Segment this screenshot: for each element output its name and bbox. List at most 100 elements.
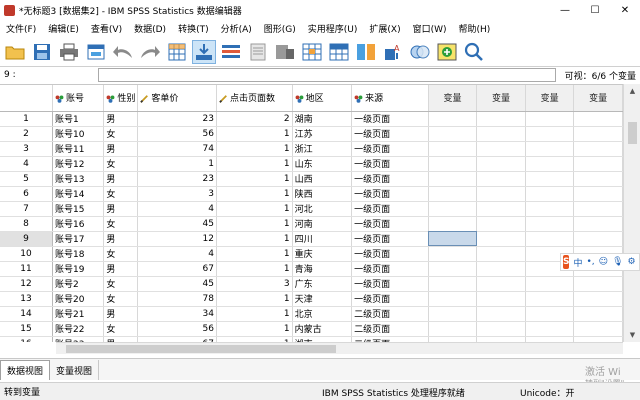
empty-cell[interactable] xyxy=(573,231,623,247)
empty-cell[interactable] xyxy=(476,246,526,262)
goto-case-button[interactable] xyxy=(166,41,188,63)
maximize-button[interactable]: ☐ xyxy=(580,0,610,20)
data-cell[interactable]: 1 xyxy=(216,246,293,262)
data-cell[interactable]: 二级页面 xyxy=(351,306,429,322)
row-number[interactable]: 9 xyxy=(0,231,53,247)
empty-cell[interactable] xyxy=(428,276,478,292)
dialog-recall-button[interactable] xyxy=(85,41,107,63)
data-cell[interactable]: 一级页面 xyxy=(351,201,429,217)
data-cell[interactable]: 23 xyxy=(137,111,217,127)
empty-cell[interactable] xyxy=(525,216,575,232)
data-cell[interactable]: 账号12 xyxy=(52,156,105,172)
data-cell[interactable]: 浙江 xyxy=(292,141,353,157)
data-cell[interactable]: 账号19 xyxy=(52,261,105,277)
data-cell[interactable]: 12 xyxy=(137,231,217,247)
scroll-down-arrow-icon[interactable]: ▼ xyxy=(624,328,640,342)
data-cell[interactable]: 34 xyxy=(137,306,217,322)
data-cell[interactable]: 一级页面 xyxy=(351,276,429,292)
data-cell[interactable]: 1 xyxy=(216,186,293,202)
split-file-button[interactable] xyxy=(355,41,377,63)
data-cell[interactable]: 广东 xyxy=(292,276,353,292)
empty-cell[interactable] xyxy=(476,171,526,187)
empty-cell[interactable] xyxy=(476,216,526,232)
empty-cell[interactable] xyxy=(476,291,526,307)
empty-cell[interactable] xyxy=(573,306,623,322)
data-cell[interactable]: 女 xyxy=(103,276,139,292)
horizontal-scrollbar[interactable] xyxy=(56,342,623,354)
empty-cell[interactable] xyxy=(573,186,623,202)
tab-variable-view[interactable]: 变量视图 xyxy=(50,360,100,380)
data-cell[interactable]: 男 xyxy=(103,111,139,127)
data-cell[interactable]: 1 xyxy=(216,321,293,337)
empty-cell[interactable] xyxy=(573,126,623,142)
data-cell[interactable]: 账号20 xyxy=(52,291,105,307)
empty-cell[interactable] xyxy=(525,186,575,202)
empty-cell[interactable] xyxy=(573,276,623,292)
data-cell[interactable]: 一级页面 xyxy=(351,186,429,202)
ime-mic-icon[interactable]: 🎙 xyxy=(612,257,623,267)
data-cell[interactable]: 陕西 xyxy=(292,186,353,202)
column-header-3[interactable]: 点击页面数 xyxy=(216,85,293,112)
empty-cell[interactable] xyxy=(476,231,526,247)
data-cell[interactable]: 账号15 xyxy=(52,201,105,217)
data-cell[interactable]: 账号10 xyxy=(52,126,105,142)
data-cell[interactable]: 1 xyxy=(137,156,217,172)
empty-cell[interactable] xyxy=(525,111,575,127)
data-cell[interactable]: 2 xyxy=(216,111,293,127)
data-cell[interactable]: 4 xyxy=(137,246,217,262)
close-button[interactable]: ✕ xyxy=(610,0,640,20)
column-header-2[interactable]: 客单价 xyxy=(137,85,217,112)
column-header-6[interactable]: 变量 xyxy=(428,85,478,112)
row-number[interactable]: 14 xyxy=(0,306,53,322)
column-header-9[interactable]: 变量 xyxy=(573,85,623,112)
empty-cell[interactable] xyxy=(573,216,623,232)
empty-cell[interactable] xyxy=(476,306,526,322)
data-cell[interactable]: 男 xyxy=(103,201,139,217)
row-number[interactable]: 13 xyxy=(0,291,53,307)
column-header-7[interactable]: 变量 xyxy=(476,85,526,112)
data-cell[interactable]: 重庆 xyxy=(292,246,353,262)
tab-data-view[interactable]: 数据视图 xyxy=(0,360,51,380)
empty-cell[interactable] xyxy=(573,321,623,337)
menu-extensions[interactable]: 扩展(X) xyxy=(363,22,406,35)
data-cell[interactable]: 账号2 xyxy=(52,276,105,292)
data-cell[interactable]: 山西 xyxy=(292,171,353,187)
column-header-0[interactable]: 账号 xyxy=(52,85,105,112)
row-number[interactable]: 15 xyxy=(0,321,53,337)
empty-cell[interactable] xyxy=(525,171,575,187)
row-number[interactable]: 6 xyxy=(0,186,53,202)
empty-cell[interactable] xyxy=(573,111,623,127)
empty-cell[interactable] xyxy=(428,261,478,277)
empty-cell[interactable] xyxy=(428,201,478,217)
row-number[interactable]: 16 xyxy=(0,336,53,342)
column-header-5[interactable]: 来源 xyxy=(351,85,429,112)
horizontal-scroll-thumb[interactable] xyxy=(66,345,336,353)
data-cell[interactable]: 1 xyxy=(216,216,293,232)
empty-cell[interactable] xyxy=(476,126,526,142)
empty-cell[interactable] xyxy=(428,186,478,202)
empty-cell[interactable] xyxy=(428,306,478,322)
data-cell[interactable]: 青海 xyxy=(292,261,353,277)
ime-logo[interactable]: S xyxy=(563,255,570,269)
data-cell[interactable]: 女 xyxy=(103,321,139,337)
empty-cell[interactable] xyxy=(525,306,575,322)
insert-cases-button[interactable] xyxy=(301,41,323,63)
data-cell[interactable]: 账号1 xyxy=(52,111,105,127)
row-number[interactable]: 1 xyxy=(0,111,53,127)
empty-cell[interactable] xyxy=(573,201,623,217)
menu-analyze[interactable]: 分析(A) xyxy=(215,22,258,35)
run-descriptives-button[interactable] xyxy=(247,41,269,63)
empty-cell[interactable] xyxy=(428,141,478,157)
data-cell[interactable]: 四川 xyxy=(292,231,353,247)
value-labels-button[interactable] xyxy=(436,41,458,63)
select-cases-button[interactable] xyxy=(409,41,431,63)
vertical-scroll-thumb[interactable] xyxy=(628,122,637,144)
row-number[interactable]: 7 xyxy=(0,201,53,217)
insert-variable-button[interactable] xyxy=(328,41,350,63)
column-header-8[interactable]: 变量 xyxy=(525,85,575,112)
data-cell[interactable]: 1 xyxy=(216,126,293,142)
empty-cell[interactable] xyxy=(525,141,575,157)
row-number[interactable]: 2 xyxy=(0,126,53,142)
find-button[interactable] xyxy=(274,41,296,63)
empty-cell[interactable] xyxy=(525,291,575,307)
